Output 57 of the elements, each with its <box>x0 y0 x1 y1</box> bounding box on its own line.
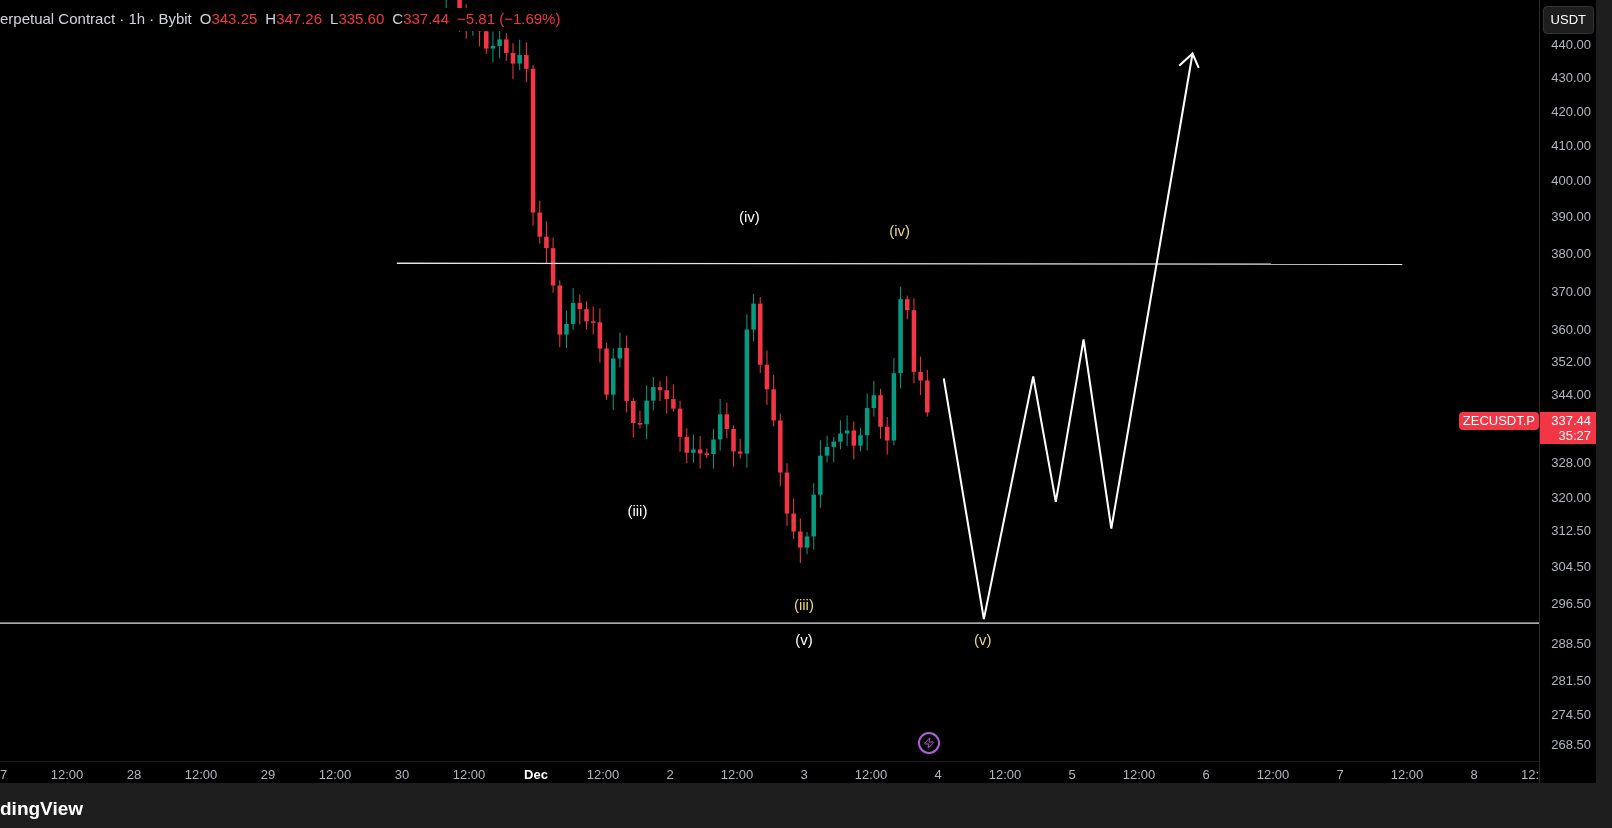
price-label: 288.50 <box>1551 636 1591 651</box>
price-label: 312.50 <box>1551 524 1591 539</box>
price-label: 390.00 <box>1551 209 1591 224</box>
countdown: 35:27 <box>1558 428 1591 443</box>
symbol-tag: ZECUSDT.P <box>1458 412 1539 430</box>
wave-label: (iii) <box>627 500 648 521</box>
currency-button[interactable]: USDT <box>1542 6 1594 34</box>
time-label: 7 <box>1336 766 1344 784</box>
price-label: 344.00 <box>1551 387 1591 402</box>
time-label: 12: <box>1520 766 1539 784</box>
price-label: 440.00 <box>1551 38 1591 53</box>
time-label: 12:00 <box>50 766 84 784</box>
time-label: 12:00 <box>720 766 754 784</box>
price-label: 296.50 <box>1551 597 1591 612</box>
price-label: 268.50 <box>1551 738 1591 753</box>
price-label: 410.00 <box>1551 138 1591 153</box>
time-label: 6 <box>1202 766 1210 784</box>
price-label: 328.00 <box>1551 455 1591 470</box>
wave-label: (iii) <box>793 594 814 615</box>
time-label: 12:00 <box>988 766 1022 784</box>
time-label: Dec <box>524 766 548 784</box>
wave-label: (v) <box>974 629 992 650</box>
price-label: 281.50 <box>1551 673 1591 688</box>
price-label: 352.00 <box>1551 354 1591 369</box>
price-label: 430.00 <box>1551 71 1591 86</box>
time-label: 12:00 <box>586 766 620 784</box>
time-label: 4 <box>934 766 942 784</box>
candle <box>925 369 930 417</box>
price-label: 274.50 <box>1551 708 1591 723</box>
time-label: 5 <box>1068 766 1076 784</box>
price-label: 360.00 <box>1551 323 1591 337</box>
lightning-icon <box>918 732 940 754</box>
price-label: 420.00 <box>1551 105 1591 120</box>
brand-name: dingView <box>0 797 84 822</box>
price-label: 320.00 <box>1551 490 1591 505</box>
price-label: 304.50 <box>1551 560 1591 575</box>
time-label: 8 <box>1470 766 1478 784</box>
time-label: 12:00 <box>318 766 352 784</box>
price-label: 370.00 <box>1551 284 1591 299</box>
time-label: 12:00 <box>1256 766 1290 784</box>
time-label: 12:00 <box>854 766 888 784</box>
time-label: 3 <box>800 766 808 784</box>
wave-label: (v) <box>795 629 813 650</box>
wave-label: (iv) <box>739 206 760 227</box>
time-label: 12:00 <box>452 766 486 784</box>
time-label: 12:00 <box>1390 766 1424 784</box>
price-label: 380.00 <box>1551 246 1591 261</box>
time-label: 29 <box>260 766 276 784</box>
time-label: 7 <box>0 766 8 784</box>
price-label: 400.00 <box>1551 173 1591 188</box>
time-label: 28 <box>126 766 142 784</box>
time-label: 30 <box>394 766 410 784</box>
wave-label: (iv) <box>889 221 910 242</box>
time-label: 12:00 <box>184 766 218 784</box>
current-price: 337.44 <box>1551 413 1591 428</box>
time-label: 12:00 <box>1122 766 1156 784</box>
time-label: 2 <box>666 766 674 784</box>
